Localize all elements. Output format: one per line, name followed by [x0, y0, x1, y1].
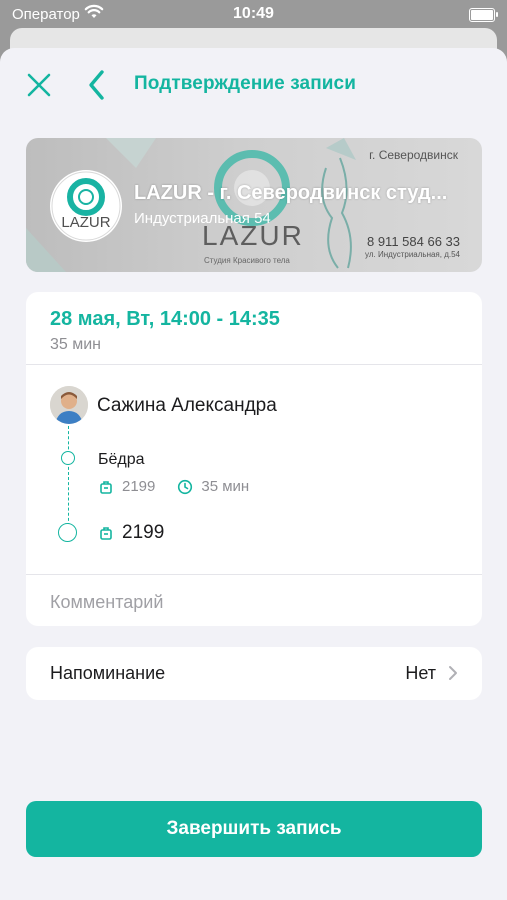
page-title: Подтверждение записи	[134, 73, 356, 94]
close-icon[interactable]	[24, 70, 54, 100]
salon-address: Индустриальная 54	[134, 210, 271, 227]
reminder-value: Нет	[405, 663, 436, 683]
banner-phone: 8 911 584 66 33	[366, 234, 460, 249]
service-name[interactable]: Бёдра	[98, 451, 145, 469]
nav-bar: Подтверждение записи	[0, 48, 507, 120]
total-value: 2199	[122, 522, 165, 543]
master-name[interactable]: Сажина Александра	[97, 395, 277, 417]
complete-booking-label: Завершить запись	[166, 818, 342, 839]
salon-name: LAZUR - г. Северодвинск студ...	[134, 182, 448, 204]
clock-time: 10:49	[233, 5, 274, 22]
total-price: 2199	[98, 522, 164, 544]
service-duration: 35 мин	[201, 478, 250, 495]
master-avatar	[50, 386, 88, 424]
battery-icon	[469, 8, 498, 22]
banner-city: г. Северодвинск	[369, 148, 458, 162]
back-icon[interactable]	[84, 68, 110, 102]
timeline-end-dot	[58, 523, 77, 542]
banner-address: ул. Индустриальная, д.54	[365, 250, 460, 259]
timeline-line	[68, 426, 69, 526]
timeline-dot	[61, 451, 75, 465]
divider	[26, 574, 482, 575]
salon-banner[interactable]: LAZUR г. Северодвинск LAZUR Студия Краси…	[26, 138, 482, 272]
clock-icon	[178, 479, 193, 494]
status-bar: Оператор 10:49	[0, 0, 507, 30]
svg-text:LAZUR: LAZUR	[61, 214, 110, 231]
comment-input[interactable]: Комментарий	[50, 592, 163, 613]
booking-confirmation-sheet: Подтверждение записи LAZUR г. Северодвин…	[0, 48, 507, 900]
reminder-label: Напоминание	[50, 663, 166, 683]
appointment-card: 28 мая, Вт, 14:00 - 14:35 35 мин Сажина …	[26, 292, 482, 626]
price-tag-icon	[100, 527, 112, 540]
complete-booking-button[interactable]: Завершить запись	[26, 801, 482, 857]
service-meta: 2199 35 мин	[98, 478, 249, 495]
divider	[26, 364, 482, 365]
chevron-right-icon	[449, 666, 457, 680]
service-price: 2199	[122, 478, 156, 495]
reminder-row[interactable]: Напоминание Нет	[26, 647, 482, 700]
appointment-duration: 35 мин	[50, 336, 102, 353]
appointment-datetime[interactable]: 28 мая, Вт, 14:00 - 14:35	[50, 308, 280, 331]
price-tag-icon	[100, 480, 112, 494]
salon-logo: LAZUR	[50, 170, 122, 242]
banner-studio: Студия Красивого тела	[204, 256, 290, 265]
